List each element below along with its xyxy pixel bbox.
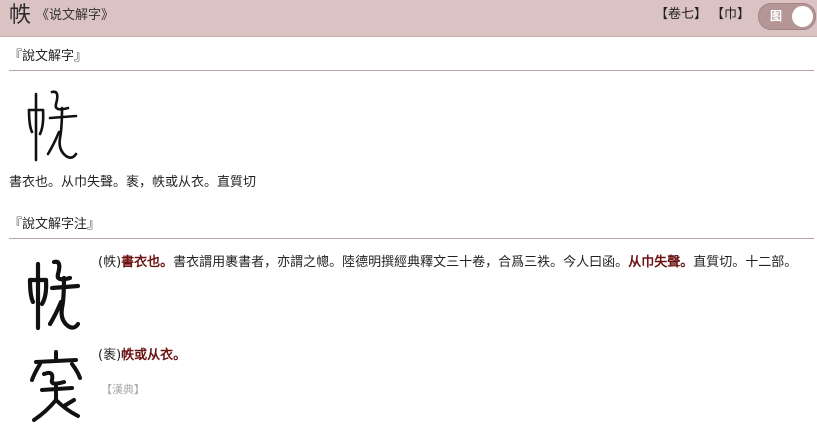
book-title: 《说文解字》 (36, 8, 115, 23)
zhu-heading: 『說文解字注』 (9, 216, 814, 239)
image-toggle[interactable]: 图 (758, 3, 816, 30)
entry-2-bold-definition: 帙或从衣。 (121, 348, 187, 363)
zhu-heading-text: 『說文解字注』 (9, 217, 101, 232)
shuowen-definition: 書衣也。从巾失聲。袠，帙或从衣。直質切 (9, 175, 257, 190)
seal-script-zhi-variant-icon (28, 350, 84, 424)
source-link-handian[interactable]: 【漢典】 (101, 383, 145, 397)
seal-script-zhi-icon (26, 88, 82, 166)
toggle-label: 图 (770, 9, 783, 23)
shuowen-heading-text: 『說文解字』 (9, 49, 88, 64)
radical-tag[interactable]: 【巾】 (711, 7, 750, 23)
toggle-knob[interactable] (792, 6, 813, 27)
entry-1-prefix: (帙) (98, 255, 122, 270)
entry-1-bold-phonetic: 从巾失聲。 (628, 255, 694, 270)
entry-1-tail: 直質切。十二部。 (693, 255, 798, 270)
entry-character: 帙 (9, 3, 32, 28)
zhu-entry-2: (袠)帙或从衣。 (98, 346, 186, 365)
volume-tag[interactable]: 【卷七】 (655, 7, 707, 23)
top-bar: 帙 《说文解字》 【卷七】 【巾】 图 (0, 0, 817, 37)
entry-1-bold-definition: 書衣也。 (121, 255, 174, 270)
entry-1-commentary: 書衣謂用裹書者，亦謂之幒。陸德明撰經典釋文三十卷，合爲三袟。今人曰函。 (173, 255, 629, 270)
shuowen-heading: 『說文解字』 (9, 48, 814, 71)
zhu-entry-1: (帙)書衣也。書衣謂用裹書者，亦謂之幒。陸德明撰經典釋文三十卷，合爲三袟。今人曰… (98, 253, 798, 272)
seal-script-zhi-icon (26, 258, 84, 334)
entry-2-prefix: (袠) (98, 348, 122, 363)
